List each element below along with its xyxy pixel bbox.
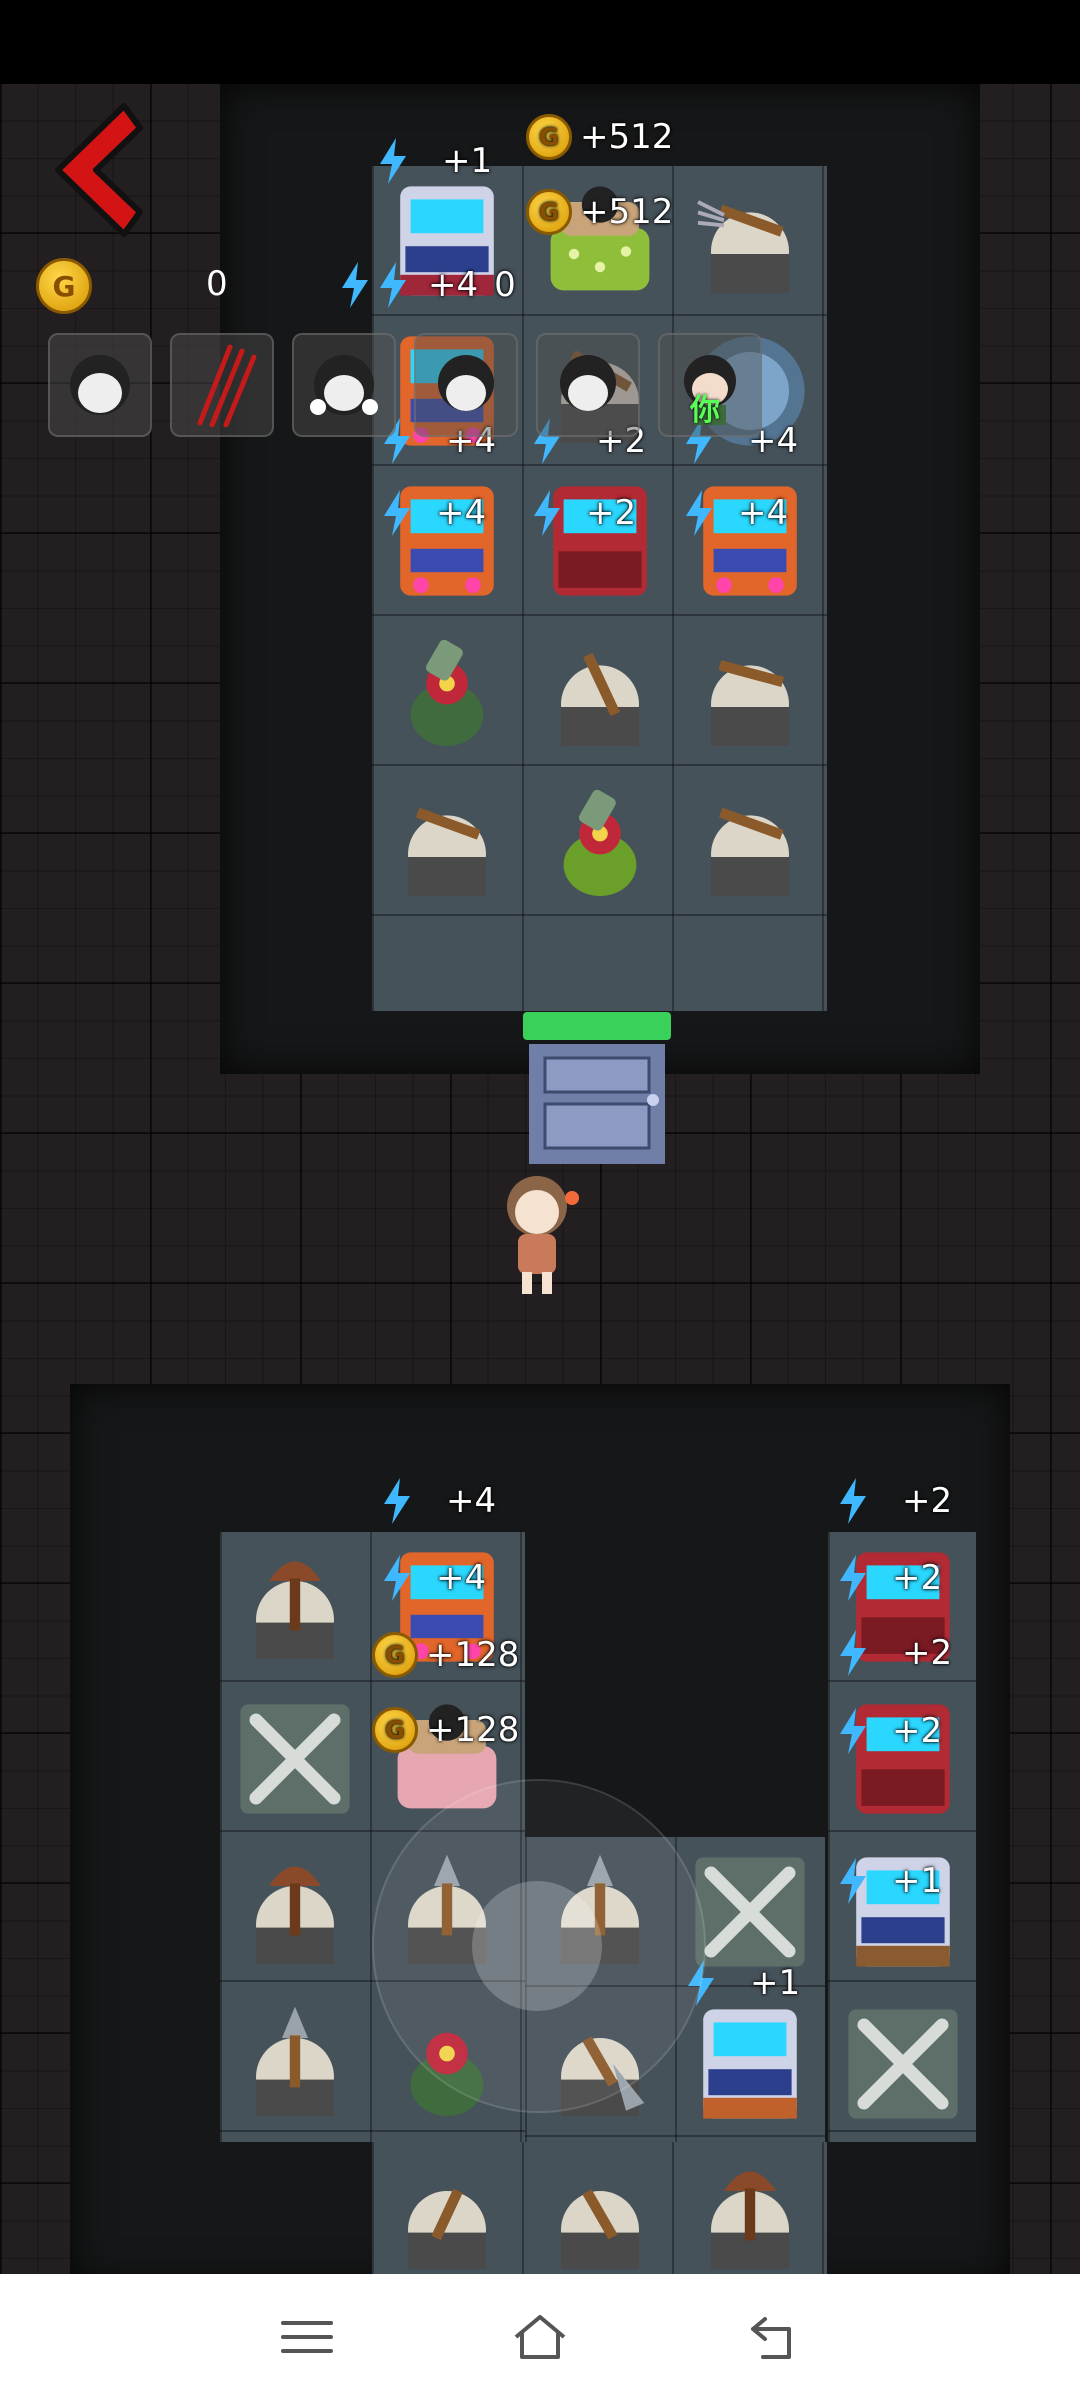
coin-gain-label: G +512 [526, 189, 673, 235]
coin-gain-label: G +512 [526, 114, 673, 160]
tool-crate[interactable] [220, 1684, 370, 1834]
player-girl-character [507, 1176, 579, 1294]
back-icon[interactable] [743, 2307, 803, 2367]
lightning-icon [840, 1478, 866, 1524]
coin-icon: G [526, 114, 572, 160]
menu-icon[interactable] [277, 2307, 337, 2367]
flower-pot[interactable] [372, 619, 522, 769]
lightning-icon [380, 262, 406, 308]
joystick-knob[interactable] [472, 1881, 602, 2011]
energy-label: +2 [838, 1708, 942, 1754]
system-nav-bar [0, 2274, 1080, 2400]
energy-label: +1 [838, 1858, 942, 1904]
lightning-icon [384, 1478, 410, 1524]
lightning-icon [840, 1858, 866, 1904]
sleepy-boy-avatar[interactable] [536, 333, 640, 437]
energy-label: +1 [378, 138, 492, 184]
energy-label: +2 [838, 1478, 952, 1524]
gold-counter: G 0 [36, 258, 228, 314]
room-door[interactable] [523, 1012, 671, 1164]
bow-girl-avatar[interactable] [292, 333, 396, 437]
coin-icon: G [372, 1632, 418, 1678]
arcade-machine-red[interactable] [828, 1684, 978, 1834]
arcade-machine[interactable] [675, 1989, 825, 2139]
lightning-icon [384, 490, 410, 536]
player-avatar-list: 你 [48, 333, 762, 437]
broom-pot[interactable] [220, 1837, 370, 1987]
lightning-icon [686, 490, 712, 536]
arcade-machine[interactable] [675, 466, 825, 616]
broom-pot[interactable] [220, 1532, 370, 1682]
pitchfork-pot[interactable] [675, 769, 825, 919]
pitchfork-pot[interactable] [675, 619, 825, 769]
lightning-icon [840, 1555, 866, 1601]
lightning-icon [534, 490, 560, 536]
broom-pot[interactable] [675, 2142, 825, 2274]
arcade-machine[interactable] [372, 466, 522, 616]
you-avatar[interactable]: 你 [658, 333, 762, 437]
pitchfork-pot[interactable] [525, 619, 675, 769]
energy-label: +2 [532, 490, 636, 536]
coin-gain-label: G +128 [372, 1632, 519, 1678]
tool-crate[interactable] [828, 1989, 978, 2139]
back-arrow-icon[interactable] [40, 100, 150, 240]
shovel-pot[interactable] [372, 2142, 522, 2274]
coin-gain-label: G +128 [372, 1707, 519, 1753]
energy-label: +4 [382, 1555, 486, 1601]
lightning-icon [840, 1708, 866, 1754]
status-bar [0, 0, 1080, 84]
coin-icon: G [36, 258, 92, 314]
energy-label: +4 0 [340, 262, 516, 308]
energy-label: +4 [382, 1478, 496, 1524]
energy-label: +4 [382, 490, 486, 536]
you-tag: 你 [690, 393, 720, 428]
lightning-icon [840, 1630, 866, 1676]
lightning-icon [384, 1555, 410, 1601]
claw-marks-avatar[interactable] [170, 333, 274, 437]
flower-pot[interactable] [525, 769, 675, 919]
home-icon[interactable] [510, 2307, 570, 2367]
gold-value: 0 [206, 264, 228, 304]
lightning-icon [342, 262, 368, 308]
lightning-icon [380, 138, 406, 184]
smiling-boy-avatar[interactable] [414, 333, 518, 437]
broom-pot[interactable] [525, 2142, 675, 2274]
pitchfork-pot[interactable] [675, 166, 825, 316]
pitchfork-pot[interactable] [372, 769, 522, 919]
coin-icon: G [526, 189, 572, 235]
energy-label: +4 [684, 490, 788, 536]
coin-icon: G [372, 1707, 418, 1753]
shovel-pot[interactable] [220, 1989, 370, 2139]
energy-label: +2 [838, 1555, 942, 1601]
energy-label: +2 [838, 1630, 952, 1676]
sleepy-girl-avatar[interactable] [48, 333, 152, 437]
arcade-machine-red[interactable] [525, 466, 675, 616]
